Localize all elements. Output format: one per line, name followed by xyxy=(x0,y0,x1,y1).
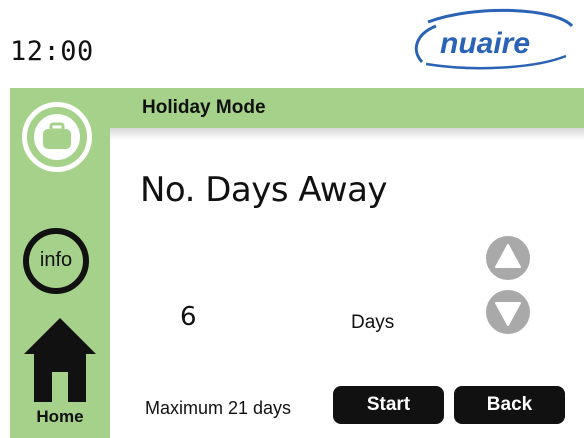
info-icon: info xyxy=(39,249,73,271)
maximum-days-note: Maximum 21 days xyxy=(145,398,292,418)
suitcase-icon xyxy=(43,122,71,149)
nuaire-logo-mark: nuaire xyxy=(414,8,574,70)
decrease-days-button[interactable] xyxy=(486,290,530,334)
home-icon xyxy=(24,318,96,402)
nuaire-logo: nuaire xyxy=(406,6,578,76)
title-bar: Holiday Mode xyxy=(110,88,584,128)
sidebar: info Home xyxy=(10,88,110,438)
triangle-up-icon xyxy=(495,244,521,268)
days-away-value: 6 xyxy=(180,302,197,332)
holiday-button-face xyxy=(34,114,80,160)
sidebar-item-holiday[interactable] xyxy=(22,102,92,172)
days-unit-label: Days xyxy=(351,312,395,333)
triangle-down-icon xyxy=(495,302,521,326)
page-heading: No. Days Away xyxy=(140,170,388,210)
clock: 12:00 xyxy=(10,36,94,67)
home-label: Home xyxy=(36,407,84,426)
logo-wordmark: nuaire xyxy=(440,27,530,60)
holiday-mode-screen: 12:00 nuaire info Home Holiday Mode No. … xyxy=(0,0,584,438)
sidebar-item-info[interactable]: info xyxy=(23,228,89,294)
sidebar-item-home[interactable]: Home xyxy=(10,314,110,434)
title-bar-shadow xyxy=(110,128,584,140)
page-title: Holiday Mode xyxy=(142,97,266,118)
start-button[interactable]: Start xyxy=(333,386,444,424)
back-button[interactable]: Back xyxy=(454,386,565,424)
increase-days-button[interactable] xyxy=(486,236,530,280)
